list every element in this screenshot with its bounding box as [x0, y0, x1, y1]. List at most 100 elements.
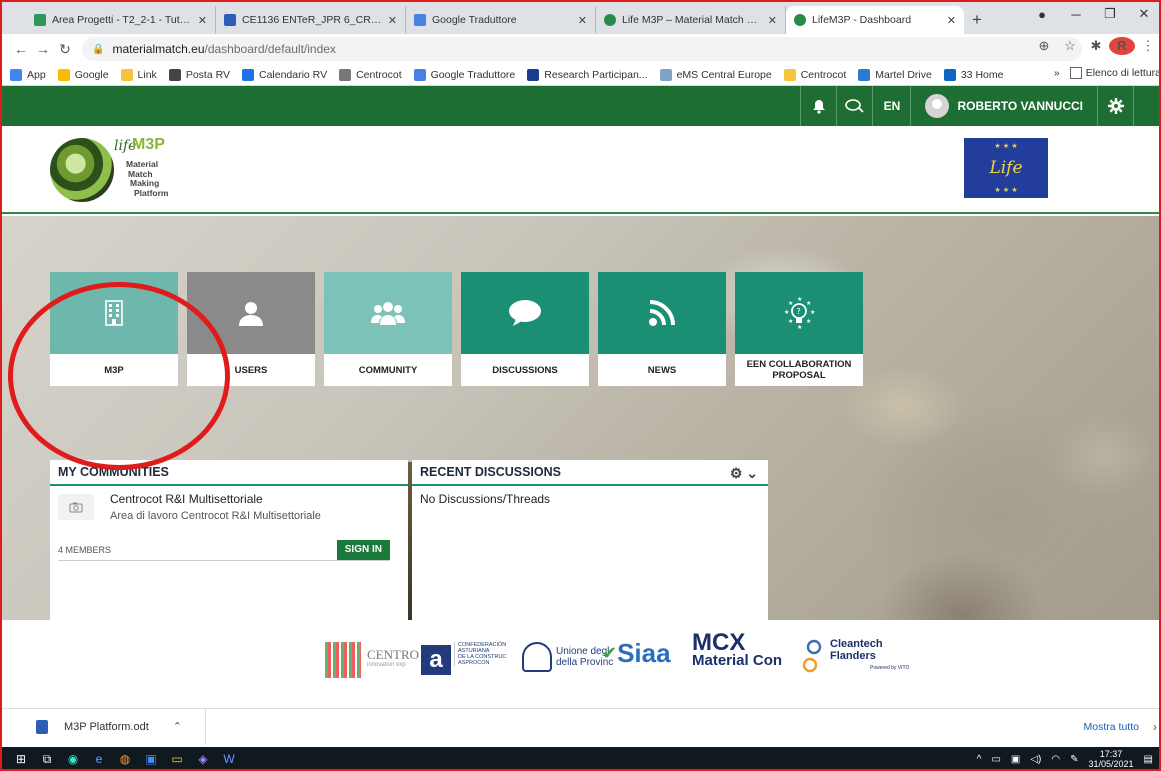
- logo-row: life M3P Material Match Making Platform …: [2, 126, 1161, 214]
- windows-start-icon[interactable]: ⊞: [8, 747, 34, 771]
- siaa-logo: ✔ Siaa: [602, 638, 671, 668]
- download-item[interactable]: M3P Platform.odt ⌃: [0, 708, 206, 745]
- bookmark-item[interactable]: Research Participan...: [527, 68, 648, 81]
- tile-een-collaboration[interactable]: ★ ★ ★ ★ ★ ★ ★ ★? EEN COLLABORATION PROPOSAL: [735, 272, 863, 386]
- volume-icon[interactable]: ◁): [1030, 754, 1041, 765]
- gear-icon[interactable]: [1097, 86, 1133, 126]
- word-icon[interactable]: W: [216, 747, 242, 771]
- menu-icon[interactable]: ⋮: [1135, 38, 1161, 54]
- gear-icon[interactable]: ⚙ ⌄: [730, 465, 758, 482]
- url-host: materialmatch.eu: [112, 42, 205, 56]
- tile-m3p[interactable]: M3P: [50, 272, 178, 386]
- members-count: 4 MEMBERS: [58, 544, 112, 555]
- minimize-icon[interactable]: ─: [1059, 7, 1093, 22]
- wifi-icon[interactable]: ◠: [1051, 754, 1060, 765]
- close-icon[interactable]: ›: [1153, 720, 1157, 734]
- bookmark-item[interactable]: Calendario RV: [241, 68, 327, 81]
- tile-community[interactable]: COMMUNITY: [324, 272, 452, 386]
- bookmark-item[interactable]: Martel Drive: [858, 68, 932, 81]
- chevron-up-icon[interactable]: ^: [977, 754, 982, 765]
- bookmark-item[interactable]: Google: [57, 68, 109, 81]
- svg-text:★: ★: [806, 318, 811, 325]
- bookmark-item[interactable]: Centrocot: [783, 68, 846, 81]
- bookmark-item[interactable]: Link: [120, 68, 157, 81]
- logo-tagline: Material Match Making Platform: [126, 159, 169, 198]
- chrome-icon[interactable]: ◍: [112, 747, 138, 771]
- reload-icon[interactable]: ↻: [54, 41, 76, 58]
- bookmark-item[interactable]: Centrocot: [339, 68, 402, 81]
- tile-users[interactable]: USERS: [187, 272, 315, 386]
- edge-icon[interactable]: e: [86, 747, 112, 771]
- pen-icon[interactable]: ✎: [1070, 754, 1078, 765]
- browser-tab-3[interactable]: Google Traduttore ✕: [406, 6, 596, 34]
- bookmark-item[interactable]: Posta RV: [168, 68, 230, 81]
- cleantech-logo: Cleantech Flanders Powered by VITO: [802, 638, 909, 674]
- sign-in-button[interactable]: SIGN IN: [336, 539, 390, 560]
- language-selector[interactable]: EN: [872, 86, 910, 126]
- chevron-up-icon[interactable]: ⌃: [173, 720, 182, 733]
- bookmark-icon: [168, 68, 181, 81]
- cleantech-logo-icon: [802, 639, 822, 673]
- outlook-icon[interactable]: ▣: [138, 747, 164, 771]
- bookmark-item[interactable]: 33 Home: [943, 68, 1003, 81]
- extensions-icon[interactable]: ✱: [1083, 38, 1109, 54]
- bookmark-item[interactable]: eMS Central Europe: [659, 68, 772, 81]
- close-icon[interactable]: ✕: [388, 14, 397, 27]
- browser-tab-1[interactable]: Area Progetti - T2_2-1 - Tutti i do ✕: [26, 6, 216, 34]
- restore-icon[interactable]: ❐: [1093, 6, 1127, 22]
- browser-tab-2[interactable]: CE1136 ENTeR_JPR 6_CR1-Ver2.d✕: [216, 6, 406, 34]
- show-all-button[interactable]: Mostra tutto: [1084, 721, 1139, 733]
- user-menu[interactable]: ROBERTO VANNUCCI: [910, 86, 1097, 126]
- asturiana-text: CONFEDERACIÓN ASTURIANA DE LA CONSTRUC A…: [454, 642, 506, 666]
- check-icon: ✔: [602, 643, 618, 663]
- svg-text:★: ★: [810, 309, 815, 316]
- bookmark-item[interactable]: Google Traduttore: [413, 68, 515, 81]
- zoom-icon[interactable]: ⊕: [1031, 38, 1057, 54]
- browser-tab-4[interactable]: Life M3P – Material Match Makin ✕: [596, 6, 786, 34]
- tile-news[interactable]: NEWS: [598, 272, 726, 386]
- forward-icon[interactable]: →: [32, 41, 54, 57]
- tab-search-icon[interactable]: ●: [1025, 7, 1059, 22]
- display-icon[interactable]: ▣: [1011, 754, 1020, 765]
- community-title[interactable]: Centrocot R&I Multisettoriale: [110, 492, 321, 506]
- notifications-icon[interactable]: ▤: [1144, 754, 1153, 765]
- camera-icon: [58, 494, 94, 520]
- reading-list-button[interactable]: Elenco di lettura: [1086, 67, 1161, 79]
- list-item[interactable]: Centrocot R&I Multisettoriale Area di la…: [50, 486, 408, 522]
- teams-icon[interactable]: ◈: [190, 747, 216, 771]
- tab-favicon: [414, 14, 426, 26]
- browser-tab-5[interactable]: LifeM3P - Dashboard ✕: [786, 6, 964, 34]
- profile-avatar[interactable]: R: [1109, 37, 1135, 55]
- eu-life-logo: Life: [964, 138, 1048, 198]
- community-description: Area di lavoro Centrocot R&I Multisettor…: [110, 510, 321, 522]
- bookmark-icon: [783, 68, 796, 81]
- more-bookmarks-button[interactable]: »: [1054, 67, 1060, 79]
- close-icon[interactable]: ✕: [947, 14, 956, 27]
- panel-title: MY COMMUNITIES: [50, 460, 408, 486]
- m3p-logo-icon[interactable]: [50, 138, 114, 202]
- close-icon[interactable]: ✕: [768, 14, 777, 27]
- tile-discussions[interactable]: DISCUSSIONS: [461, 272, 589, 386]
- bell-icon[interactable]: [800, 86, 836, 126]
- address-bar-row: ← → ↻ 🔒 materialmatch.eu/dashboard/defau…: [0, 34, 1161, 64]
- tile-label: COMMUNITY: [358, 364, 418, 376]
- clock[interactable]: 17:37 31/05/2021: [1089, 749, 1134, 769]
- edge-chromium-icon[interactable]: ◉: [60, 747, 86, 771]
- task-view-icon[interactable]: ⧉: [34, 747, 60, 771]
- url-input[interactable]: 🔒 materialmatch.eu/dashboard/default/ind…: [82, 37, 1082, 61]
- tab-favicon: [34, 14, 46, 26]
- close-icon[interactable]: ✕: [198, 14, 207, 27]
- reading-list-icon: [1069, 67, 1082, 79]
- chat-icon[interactable]: [836, 86, 872, 126]
- community-footer: 4 MEMBERS SIGN IN: [58, 539, 390, 561]
- network-icon[interactable]: ▭: [991, 754, 1000, 765]
- bookmark-item[interactable]: App: [10, 68, 46, 81]
- bookmark-icon: [120, 68, 133, 81]
- star-icon[interactable]: ☆: [1057, 38, 1083, 54]
- back-icon[interactable]: ←: [10, 41, 32, 57]
- close-window-icon[interactable]: ✕: [1127, 6, 1161, 22]
- bookmarks-overflow: » Elenco di lettura: [1054, 67, 1161, 79]
- close-icon[interactable]: ✕: [578, 14, 587, 27]
- new-tab-button[interactable]: +: [964, 6, 990, 34]
- file-explorer-icon[interactable]: ▭: [164, 747, 190, 771]
